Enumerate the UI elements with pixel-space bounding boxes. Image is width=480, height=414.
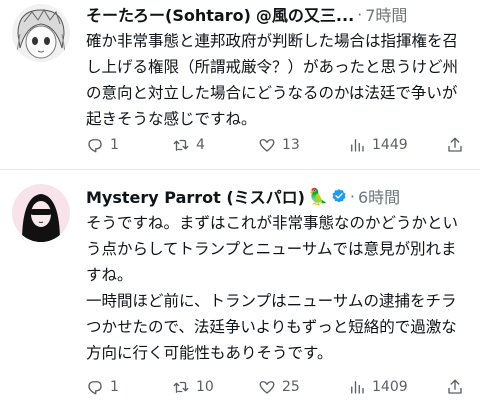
tweet-content: Mystery Parrot (ミスパロ) 🦜 · 6時間 そうですね。まずはこ…: [86, 182, 470, 366]
views-icon: [351, 381, 364, 394]
reply-button[interactable]: 1: [86, 136, 172, 154]
verified-badge-icon: [332, 189, 346, 203]
action-bar: 1 10 25 1409: [86, 378, 470, 396]
view-count: 1449: [372, 137, 408, 153]
reply-icon: [88, 381, 102, 395]
tweet-text: そうですね。まずはこれが非常事態なのかどうかという点からしてトランプとニューサム…: [86, 214, 459, 362]
reply-icon: [88, 139, 102, 153]
share-button[interactable]: [446, 378, 470, 396]
share-button[interactable]: [446, 136, 470, 154]
heart-icon: [259, 139, 275, 152]
reply-count: 1: [110, 137, 119, 153]
tweet-content: そーたろー(Sohtaro) @風の又三... · 7時間 確か非常事態と連邦政…: [86, 0, 470, 132]
avatar[interactable]: [12, 4, 70, 62]
like-button[interactable]: 25: [258, 378, 348, 396]
retweet-count: 4: [196, 137, 205, 153]
retweet-count: 10: [196, 379, 214, 395]
reply-button[interactable]: 1: [86, 378, 172, 396]
tweet-header: そーたろー(Sohtaro) @風の又三... · 7時間: [86, 0, 470, 28]
retweet-button[interactable]: 4: [172, 136, 258, 154]
retweet-icon: [173, 381, 189, 393]
timestamp[interactable]: 6時間: [358, 184, 400, 208]
separator-dot: ·: [349, 186, 355, 206]
retweet-icon: [173, 139, 189, 151]
tweet-divider: [0, 169, 480, 170]
parrot-emoji: 🦜: [307, 186, 328, 206]
display-name[interactable]: そーたろー(Sohtaro): [86, 2, 251, 26]
avatar[interactable]: [12, 184, 70, 242]
like-button[interactable]: 13: [258, 136, 348, 154]
user-handle[interactable]: @風の又三...: [256, 2, 354, 26]
heart-icon: [259, 381, 275, 394]
separator-dot: ·: [357, 4, 363, 24]
share-icon: [448, 137, 462, 152]
action-bar: 1 4 13 1449: [86, 136, 470, 154]
share-icon: [448, 379, 462, 394]
views-icon: [351, 139, 364, 152]
retweet-button[interactable]: 10: [172, 378, 258, 396]
view-count: 1409: [372, 379, 408, 395]
like-count: 13: [282, 137, 300, 153]
tweet-1: そーたろー(Sohtaro) @風の又三... · 7時間 確か非常事態と連邦政…: [0, 0, 480, 166]
tweet-text: 確か非常事態と連邦政府が判断した場合は指揮権を召し上げる権限（所謂戒厳令？）があ…: [86, 32, 459, 128]
timestamp[interactable]: 7時間: [365, 2, 407, 26]
display-name[interactable]: Mystery Parrot (ミスパロ): [86, 184, 305, 208]
reply-count: 1: [110, 379, 119, 395]
views-button[interactable]: 1409: [348, 378, 440, 396]
tweet-header: Mystery Parrot (ミスパロ) 🦜 · 6時間: [86, 182, 470, 210]
like-count: 25: [282, 379, 300, 395]
views-button[interactable]: 1449: [348, 136, 440, 154]
tweet-2: Mystery Parrot (ミスパロ) 🦜 · 6時間 そうですね。まずはこ…: [0, 172, 480, 414]
